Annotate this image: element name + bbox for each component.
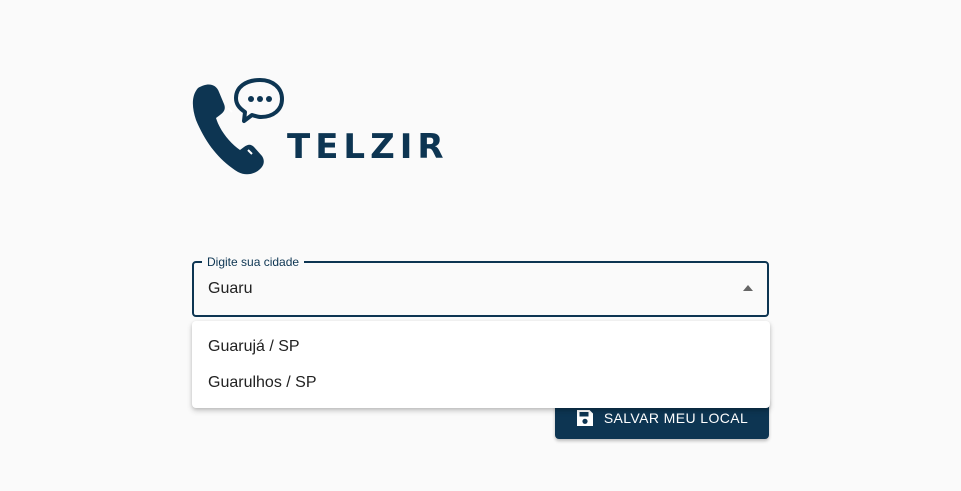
arrow-up-icon[interactable] xyxy=(743,285,753,291)
city-input[interactable] xyxy=(208,263,728,315)
brand-logo: TELZIR xyxy=(192,76,444,176)
suggestions-dropdown: Guarujá / SP Guarulhos / SP xyxy=(192,321,770,408)
brand-name: TELZIR xyxy=(287,127,449,167)
suggestion-option[interactable]: Guarujá / SP xyxy=(192,329,770,365)
save-icon xyxy=(576,409,594,427)
save-button-label: SALVAR MEU LOCAL xyxy=(603,410,749,426)
phone-chat-icon xyxy=(192,78,284,175)
page: TELZIR Digite sua cidade SALVAR MEU LOCA… xyxy=(0,0,961,491)
suggestion-option[interactable]: Guarulhos / SP xyxy=(192,365,770,401)
city-autocomplete[interactable]: Digite sua cidade xyxy=(192,254,769,317)
